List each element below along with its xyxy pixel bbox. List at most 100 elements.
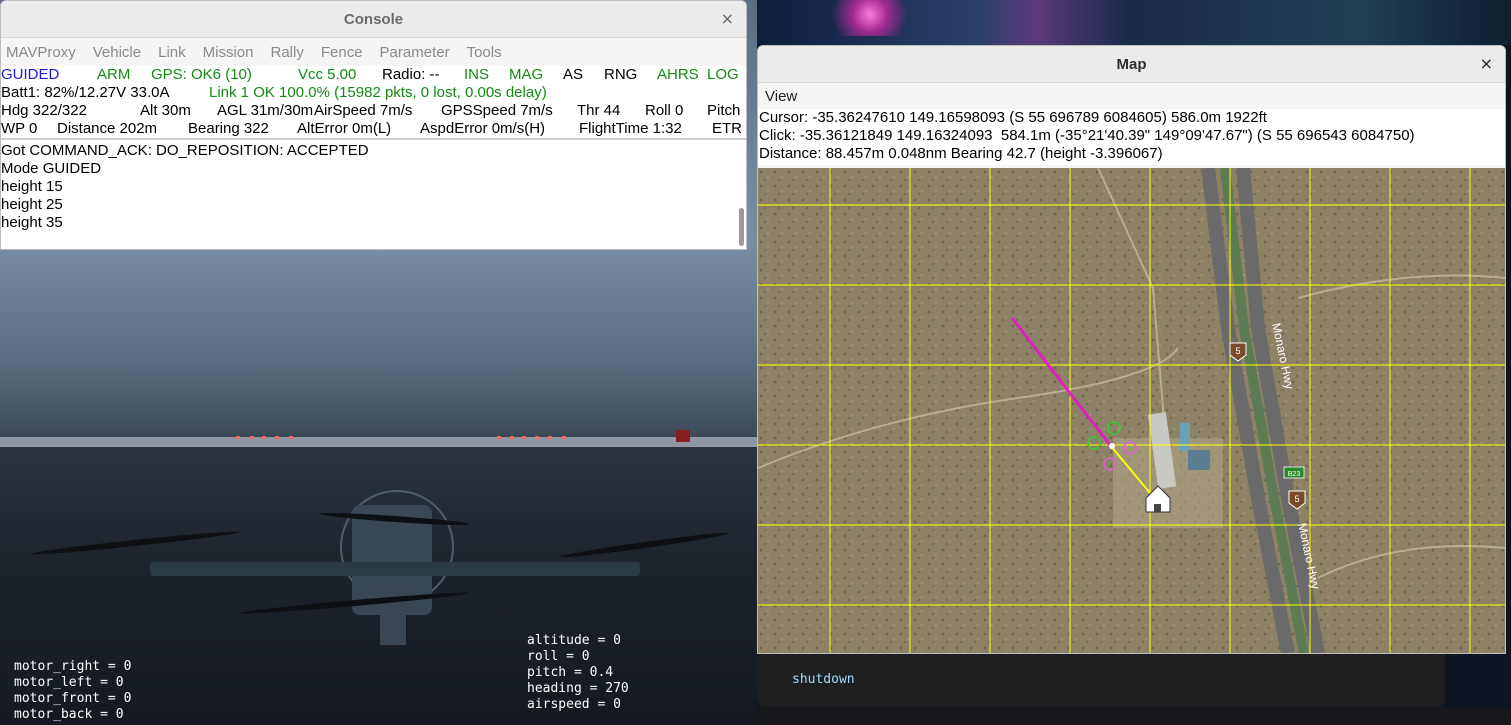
drone-leg [380, 585, 406, 645]
log-line: height 35 [1, 214, 63, 231]
roll-readout: roll = 0 [527, 649, 590, 664]
status-row-flight: Hdg 322/322 Alt 30m AGL 31m/30m AirSpeed… [1, 102, 746, 120]
svg-text:B23: B23 [1288, 471, 1301, 478]
status-as: AS [563, 66, 584, 83]
status-gpsspeed: GPSSpeed 7m/s [441, 102, 553, 119]
status-roll: Roll 0 [645, 102, 684, 119]
status-ahrs: AHRS [657, 66, 699, 83]
airfield-building [1180, 423, 1190, 451]
log-line: height 15 [1, 178, 63, 195]
menu-mission[interactable]: Mission [203, 44, 254, 61]
click-readout: Click: -35.36121849 149.16324093 584.1m … [759, 127, 1415, 144]
status-arm: ARM [97, 66, 131, 83]
status-gps: GPS: OK6 (10) [151, 66, 252, 83]
status-rng: RNG [604, 66, 638, 83]
status-waypoint: WP 0 [1, 120, 38, 137]
drone-arm [150, 562, 640, 576]
status-throttle: Thr 44 [577, 102, 621, 119]
map-titlebar[interactable]: Map × [758, 46, 1505, 83]
terminal-text: shutdown [792, 672, 855, 687]
status-mag: MAG [509, 66, 544, 83]
console-status-panel: GUIDED ARM GPS: OK6 (10) Vcc 5.00 Radio:… [1, 66, 746, 138]
wallpaper-glow [825, 0, 915, 36]
status-log: LOG [707, 66, 739, 83]
runway-light [497, 436, 501, 439]
menu-parameter[interactable]: Parameter [380, 44, 450, 61]
map-canvas[interactable]: Monaro Hwy Monaro Hwy 5 5 B23 [758, 168, 1505, 653]
control-tower [676, 430, 690, 442]
motor-left-readout: motor_left = 0 [14, 675, 124, 690]
motor-back-readout: motor_back = 0 [14, 707, 124, 722]
console-menubar: MAVProxy Vehicle Link Mission Rally Fenc… [1, 38, 746, 66]
desktop-strip [757, 707, 1511, 725]
menu-link[interactable]: Link [158, 44, 186, 61]
console-titlebar[interactable]: Console × [1, 1, 746, 38]
horizon-band [0, 437, 757, 447]
menu-tools[interactable]: Tools [467, 44, 502, 61]
map-info-panel: Cursor: -35.36247610 149.16598093 (S 55 … [758, 109, 1505, 165]
route-shield-b23: B23 [1283, 466, 1305, 479]
runway-light [535, 436, 539, 439]
map-window: Map × View Cursor: -35.36247610 149.1659… [757, 45, 1506, 654]
status-aspderror: AspdError 0m/s(H) [420, 120, 546, 137]
terminal-pane[interactable] [757, 652, 1445, 707]
runway-light [289, 436, 293, 439]
console-window: Console × MAVProxy Vehicle Link Mission … [0, 0, 747, 250]
svg-text:5: 5 [1294, 494, 1299, 504]
menu-fence[interactable]: Fence [321, 44, 363, 61]
status-flighttime: FlightTime 1:32 [579, 120, 682, 137]
status-distance: Distance 202m [57, 120, 158, 137]
motor-front-readout: motor_front = 0 [14, 691, 132, 706]
status-alterror: AltError 0m(L) [297, 120, 392, 137]
motor-right-readout: motor_right = 0 [14, 659, 132, 674]
altitude-readout: altitude = 0 [527, 633, 621, 648]
log-line: Got COMMAND_ACK: DO_REPOSITION: ACCEPTED [1, 142, 369, 159]
status-link: Link 1 OK 100.0% (15982 pkts, 0 lost, 0.… [209, 84, 547, 101]
status-pitch: Pitch [707, 102, 741, 119]
status-etr: ETR [712, 120, 742, 137]
motor-readout: motor_right = 0 motor_left = 0 motor_fro… [14, 659, 131, 723]
status-alt: Alt 30m [140, 102, 191, 119]
cursor-readout: Cursor: -35.36247610 149.16598093 (S 55 … [759, 109, 1267, 126]
svg-text:5: 5 [1235, 346, 1240, 356]
status-row-power: Batt1: 82%/12.27V 33.0A Link 1 OK 100.0%… [1, 84, 746, 102]
status-heading: Hdg 322/322 [1, 102, 87, 119]
airspeed-readout: airspeed = 0 [527, 697, 621, 712]
status-vcc: Vcc 5.00 [298, 66, 357, 83]
menu-vehicle[interactable]: Vehicle [93, 44, 141, 61]
runway-light [522, 436, 526, 439]
log-line: height 25 [1, 196, 63, 213]
status-ins: INS [464, 66, 490, 83]
runway-light [236, 436, 240, 439]
airfield-building [1188, 450, 1210, 470]
map-menubar: View [758, 83, 1505, 109]
menu-mavproxy[interactable]: MAVProxy [6, 44, 76, 61]
pitch-readout: pitch = 0.4 [527, 665, 614, 680]
status-radio: Radio: -- [382, 66, 440, 83]
close-icon[interactable]: × [1480, 54, 1493, 73]
status-agl: AGL 31m/30m [217, 102, 314, 119]
status-airspeed: AirSpeed 7m/s [314, 102, 413, 119]
runway-light [275, 436, 279, 439]
runway-light [562, 436, 566, 439]
map-title: Map [1116, 55, 1147, 73]
heading-readout: heading = 270 [527, 681, 629, 696]
console-log[interactable]: Got COMMAND_ACK: DO_REPOSITION: ACCEPTED… [1, 140, 746, 249]
status-row-nav: WP 0 Distance 202m Bearing 322 AltError … [1, 120, 746, 138]
runway-light [262, 436, 266, 439]
runway-light [548, 436, 552, 439]
runway-light [250, 436, 254, 439]
runway-light [510, 436, 514, 439]
menu-view[interactable]: View [765, 88, 797, 105]
status-mode: GUIDED [1, 66, 60, 83]
console-scrollbar[interactable] [739, 208, 744, 246]
distance-readout: Distance: 88.457m 0.048nm Bearing 42.7 (… [759, 145, 1163, 162]
status-bearing: Bearing 322 [188, 120, 269, 137]
status-row-flags: GUIDED ARM GPS: OK6 (10) Vcc 5.00 Radio:… [1, 66, 746, 84]
status-battery: Batt1: 82%/12.27V 33.0A [1, 84, 170, 101]
console-title: Console [343, 10, 404, 28]
menu-rally[interactable]: Rally [271, 44, 304, 61]
close-icon[interactable]: × [721, 9, 734, 28]
log-line: Mode GUIDED [1, 160, 102, 177]
attitude-readout: altitude = 0 roll = 0 pitch = 0.4 headin… [527, 633, 629, 713]
